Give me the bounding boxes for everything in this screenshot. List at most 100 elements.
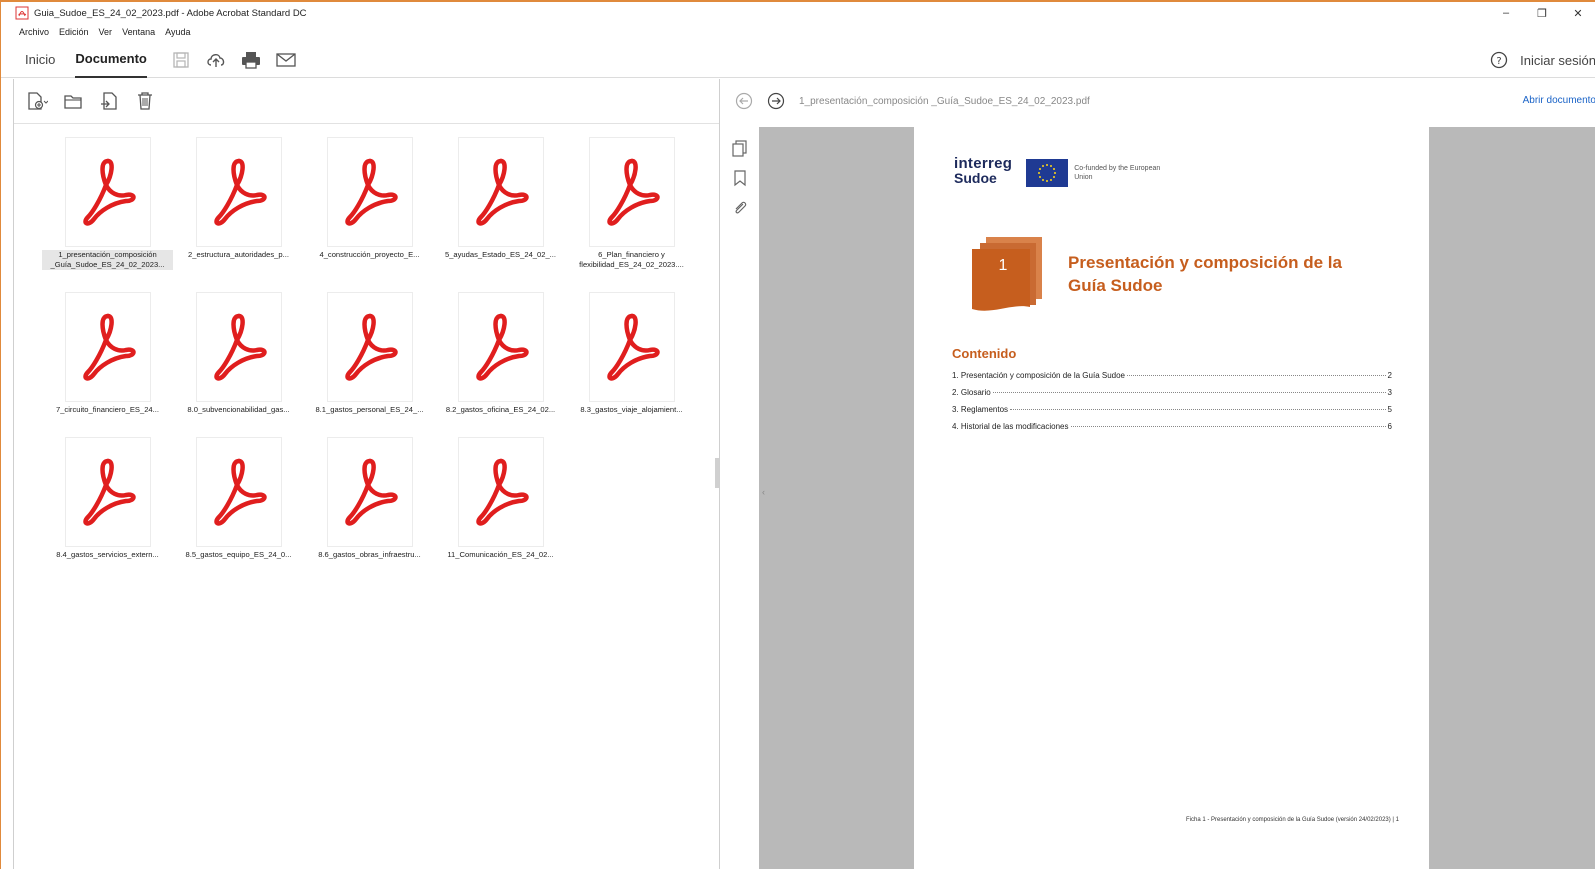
panel-splitter[interactable] (715, 458, 719, 488)
file-item[interactable]: 8.4_gastos_servicios_extern... (42, 437, 173, 560)
file-name: 6_Plan_financiero y flexibilidad_ES_24_0… (579, 250, 684, 269)
file-name: 8.0_subvencionabilidad_gas... (187, 405, 290, 414)
table-of-contents: 1. Presentación y composición de la Guía… (952, 371, 1392, 439)
file-thumbnail[interactable] (64, 137, 151, 247)
pdf-file-icon (344, 158, 398, 226)
pdf-file-icon (606, 158, 660, 226)
signin-button[interactable]: Iniciar sesión (1520, 53, 1595, 68)
file-item[interactable]: 8.5_gastos_equipo_ES_24_0... (173, 437, 304, 560)
contents-heading: Contenido (952, 346, 1017, 361)
file-thumbnail[interactable] (457, 437, 544, 547)
acrobat-window: Guia_Sudoe_ES_24_02_2023.pdf - Adobe Acr… (0, 0, 1595, 869)
email-icon[interactable] (276, 50, 296, 70)
file-thumbnail[interactable] (64, 437, 151, 547)
toc-row[interactable]: 1. Presentación y composición de la Guía… (952, 371, 1392, 388)
add-file-icon[interactable] (26, 90, 48, 112)
tab-document[interactable]: Documento (75, 42, 147, 78)
restore-button[interactable]: ❐ (1524, 2, 1560, 24)
panel-divider (14, 123, 719, 124)
toc-label: 4. Historial de las modificaciones (952, 422, 1069, 431)
window-controls: – ❐ ✕ (1488, 2, 1595, 24)
file-item[interactable]: 8.6_gastos_obras_infraestru... (304, 437, 435, 560)
pdf-file-icon (344, 313, 398, 381)
file-thumbnail[interactable] (588, 137, 675, 247)
toc-label: 2. Glosario (952, 388, 991, 397)
file-name: 8.1_gastos_personal_ES_24_... (315, 405, 424, 414)
toc-label: 1. Presentación y composición de la Guía… (952, 371, 1125, 380)
file-thumbnail[interactable] (326, 137, 413, 247)
interreg-logo-line1: interreg (954, 155, 1013, 172)
file-thumbnail[interactable] (588, 292, 675, 402)
portfolio-panel: 1_presentación_composición _Guía_Sudoe_E… (13, 79, 720, 869)
pdf-file-icon (213, 313, 267, 381)
open-document-link[interactable]: Abrir documento (1523, 95, 1595, 106)
file-item[interactable]: 2_estructura_autoridades_p... (173, 137, 304, 270)
save-icon[interactable] (171, 50, 191, 70)
pdf-file-icon (344, 458, 398, 526)
tab-home[interactable]: Inicio (25, 42, 55, 78)
menu-ventana[interactable]: Ventana (122, 27, 155, 37)
header-logos: interreg Sudoe Co-funded by the European… (954, 155, 1164, 187)
page-footer: Ficha 1 - Presentación y composición de … (1185, 817, 1399, 823)
toc-leader (992, 392, 1386, 393)
back-arrow-icon[interactable] (735, 92, 753, 110)
file-name: 8.3_gastos_viaje_alojamient... (580, 405, 683, 414)
toc-row[interactable]: 4. Historial de las modificaciones 6 (952, 422, 1392, 439)
pages-icon[interactable] (731, 139, 749, 157)
help-icon[interactable]: ? (1490, 51, 1508, 69)
extract-file-icon[interactable] (98, 90, 120, 112)
file-item[interactable]: 8.0_subvencionabilidad_gas... (173, 292, 304, 415)
toc-leader (1070, 426, 1386, 427)
menu-ver[interactable]: Ver (99, 27, 113, 37)
file-thumbnail[interactable] (195, 437, 282, 547)
close-button[interactable]: ✕ (1560, 2, 1595, 24)
file-name: 5_ayudas_Estado_ES_24_02_... (444, 250, 557, 259)
pdf-file-icon (213, 458, 267, 526)
print-icon[interactable] (241, 50, 261, 70)
file-thumbnail[interactable] (326, 437, 413, 547)
menu-archivo[interactable]: Archivo (19, 27, 49, 37)
toc-row[interactable]: 3. Reglamentos 5 (952, 405, 1392, 422)
menu-edicion[interactable]: Edición (59, 27, 89, 37)
interreg-logo-line2: Sudoe (954, 170, 997, 186)
delete-icon[interactable] (134, 90, 156, 112)
file-thumbnail[interactable] (195, 292, 282, 402)
new-folder-icon[interactable] (62, 90, 84, 112)
file-name: 2_estructura_autoridades_p... (188, 250, 289, 259)
file-thumbnail[interactable] (457, 292, 544, 402)
file-item[interactable]: 5_ayudas_Estado_ES_24_02_... (435, 137, 566, 270)
toc-label: 3. Reglamentos (952, 405, 1009, 414)
file-item[interactable]: 8.1_gastos_personal_ES_24_... (304, 292, 435, 415)
svg-text:?: ? (1496, 56, 1501, 67)
file-thumbnail[interactable] (195, 137, 282, 247)
preview-margin-right (1429, 127, 1595, 869)
file-name: 4_construcción_proyecto_E... (319, 250, 420, 259)
file-item[interactable]: 11_Comunicación_ES_24_02... (435, 437, 566, 560)
file-item[interactable]: 6_Plan_financiero y flexibilidad_ES_24_0… (566, 137, 697, 270)
bookmark-icon[interactable] (731, 169, 749, 187)
file-item[interactable]: 8.3_gastos_viaje_alojamient... (566, 292, 697, 415)
attachment-icon[interactable] (731, 199, 749, 217)
forward-arrow-icon[interactable] (767, 92, 785, 110)
toc-page: 2 (1387, 371, 1392, 380)
file-item[interactable]: 1_presentación_composición _Guía_Sudoe_E… (42, 137, 173, 270)
file-name: 11_Comunicación_ES_24_02... (447, 550, 554, 559)
cloud-upload-icon[interactable] (206, 50, 226, 70)
collapse-arrow-icon[interactable]: ‹ (762, 487, 765, 497)
file-grid: 1_presentación_composición _Guía_Sudoe_E… (42, 137, 722, 560)
file-name: 8.5_gastos_equipo_ES_24_0... (185, 550, 292, 559)
file-item[interactable]: 8.2_gastos_oficina_ES_24_02... (435, 292, 566, 415)
minimize-button[interactable]: – (1488, 2, 1524, 24)
menu-ayuda[interactable]: Ayuda (165, 27, 190, 37)
eu-flag-icon (1026, 159, 1069, 187)
document-title: Presentación y composición de la Guía Su… (1068, 253, 1342, 295)
pdf-file-icon (82, 158, 136, 226)
file-item[interactable]: 7_circuito_financiero_ES_24... (42, 292, 173, 415)
pdf-file-icon (475, 313, 529, 381)
toc-row[interactable]: 2. Glosario 3 (952, 388, 1392, 405)
toc-page: 6 (1387, 422, 1392, 431)
file-item[interactable]: 4_construcción_proyecto_E... (304, 137, 435, 270)
file-thumbnail[interactable] (326, 292, 413, 402)
file-thumbnail[interactable] (64, 292, 151, 402)
file-thumbnail[interactable] (457, 137, 544, 247)
